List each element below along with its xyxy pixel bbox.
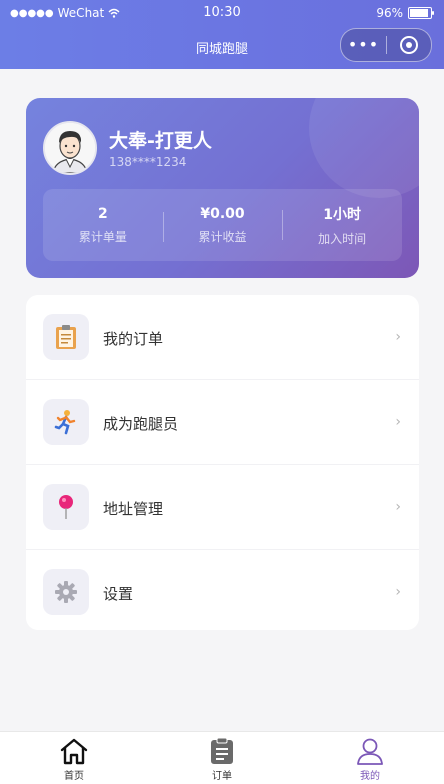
menu-icon-box: [43, 484, 89, 530]
mini-program-capsule: •••: [340, 28, 432, 62]
close-button[interactable]: [387, 36, 431, 54]
menu-list: 我的订单 › 成为跑腿员 › 地址管理 › 设置 ›: [26, 295, 419, 630]
chevron-right-icon: ›: [395, 414, 401, 430]
profile-card: 大奉-打更人 138****1234 2 累计单量 ¥0.00 累计收益 1小时…: [26, 98, 419, 278]
tab-label: 订单: [212, 771, 232, 782]
order-icon: [211, 737, 233, 764]
chevron-right-icon: ›: [395, 329, 401, 345]
battery-label: 96%: [376, 6, 403, 20]
menu-icon-box: [43, 314, 89, 360]
more-button[interactable]: •••: [341, 29, 386, 61]
tab-orders[interactable]: 订单: [148, 732, 296, 784]
avatar[interactable]: [43, 121, 97, 175]
gear-icon: [55, 581, 77, 603]
tab-home[interactable]: 首页: [0, 732, 148, 784]
tab-label: 首页: [64, 771, 84, 782]
stats-panel: 2 累计单量 ¥0.00 累计收益 1小时 加入时间: [43, 189, 402, 261]
user-phone: 138****1234: [109, 155, 187, 169]
header: ●●●●● WeChat 10:30 96% 同城跑腿 •••: [0, 0, 444, 69]
status-bar: ●●●●● WeChat 10:30 96%: [0, 0, 444, 24]
decorative-circle: [309, 98, 419, 198]
stat-earnings: ¥0.00 累计收益: [162, 205, 283, 245]
stat-value: 1小时: [323, 206, 362, 223]
menu-item-become-runner[interactable]: 成为跑腿员 ›: [26, 380, 419, 465]
menu-icon-box: [43, 399, 89, 445]
status-right: 96%: [376, 6, 434, 20]
avatar-icon: [45, 123, 95, 173]
stat-label: 累计单量: [78, 229, 127, 244]
stat-label: 加入时间: [318, 231, 367, 246]
menu-label: 地址管理: [103, 500, 164, 518]
stat-value: 2: [97, 205, 108, 222]
battery-icon: [408, 7, 434, 19]
menu-label: 成为跑腿员: [103, 415, 179, 433]
stat-label: 累计收益: [198, 229, 247, 244]
location-pin-icon: [59, 495, 73, 519]
stat-value: ¥0.00: [200, 205, 245, 222]
home-icon: [60, 738, 88, 765]
user-name: 大奉-打更人: [109, 130, 212, 152]
close-icon: [400, 36, 418, 54]
runner-icon: [54, 410, 76, 435]
tab-label: 我的: [360, 771, 380, 782]
menu-icon-box: [43, 569, 89, 615]
menu-item-my-orders[interactable]: 我的订单 ›: [26, 295, 419, 380]
menu-label: 我的订单: [103, 330, 164, 348]
tab-mine[interactable]: 我的: [296, 732, 444, 784]
menu-item-address[interactable]: 地址管理 ›: [26, 465, 419, 550]
clipboard-icon: [56, 325, 76, 349]
chevron-right-icon: ›: [395, 499, 401, 515]
tab-bar: 首页 订单 我的: [0, 731, 444, 784]
person-icon: [357, 738, 383, 765]
menu-item-settings[interactable]: 设置 ›: [26, 550, 419, 630]
menu-label: 设置: [103, 585, 134, 603]
chevron-right-icon: ›: [395, 584, 401, 600]
stat-orders: 2 累计单量: [43, 206, 163, 245]
stat-join-time: 1小时 加入时间: [282, 204, 402, 247]
